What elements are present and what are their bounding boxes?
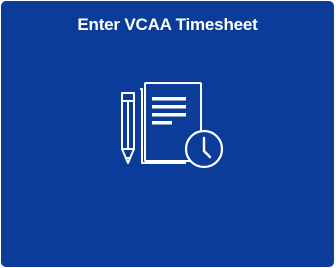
clock-icon bbox=[184, 129, 224, 169]
pencil-icon bbox=[121, 92, 135, 164]
document-lines-icon bbox=[152, 97, 186, 125]
timesheet-icon bbox=[118, 81, 230, 169]
enter-vcaa-timesheet-tile[interactable]: Enter VCAA Timesheet bbox=[1, 1, 334, 267]
tile-title: Enter VCAA Timesheet bbox=[77, 15, 258, 34]
